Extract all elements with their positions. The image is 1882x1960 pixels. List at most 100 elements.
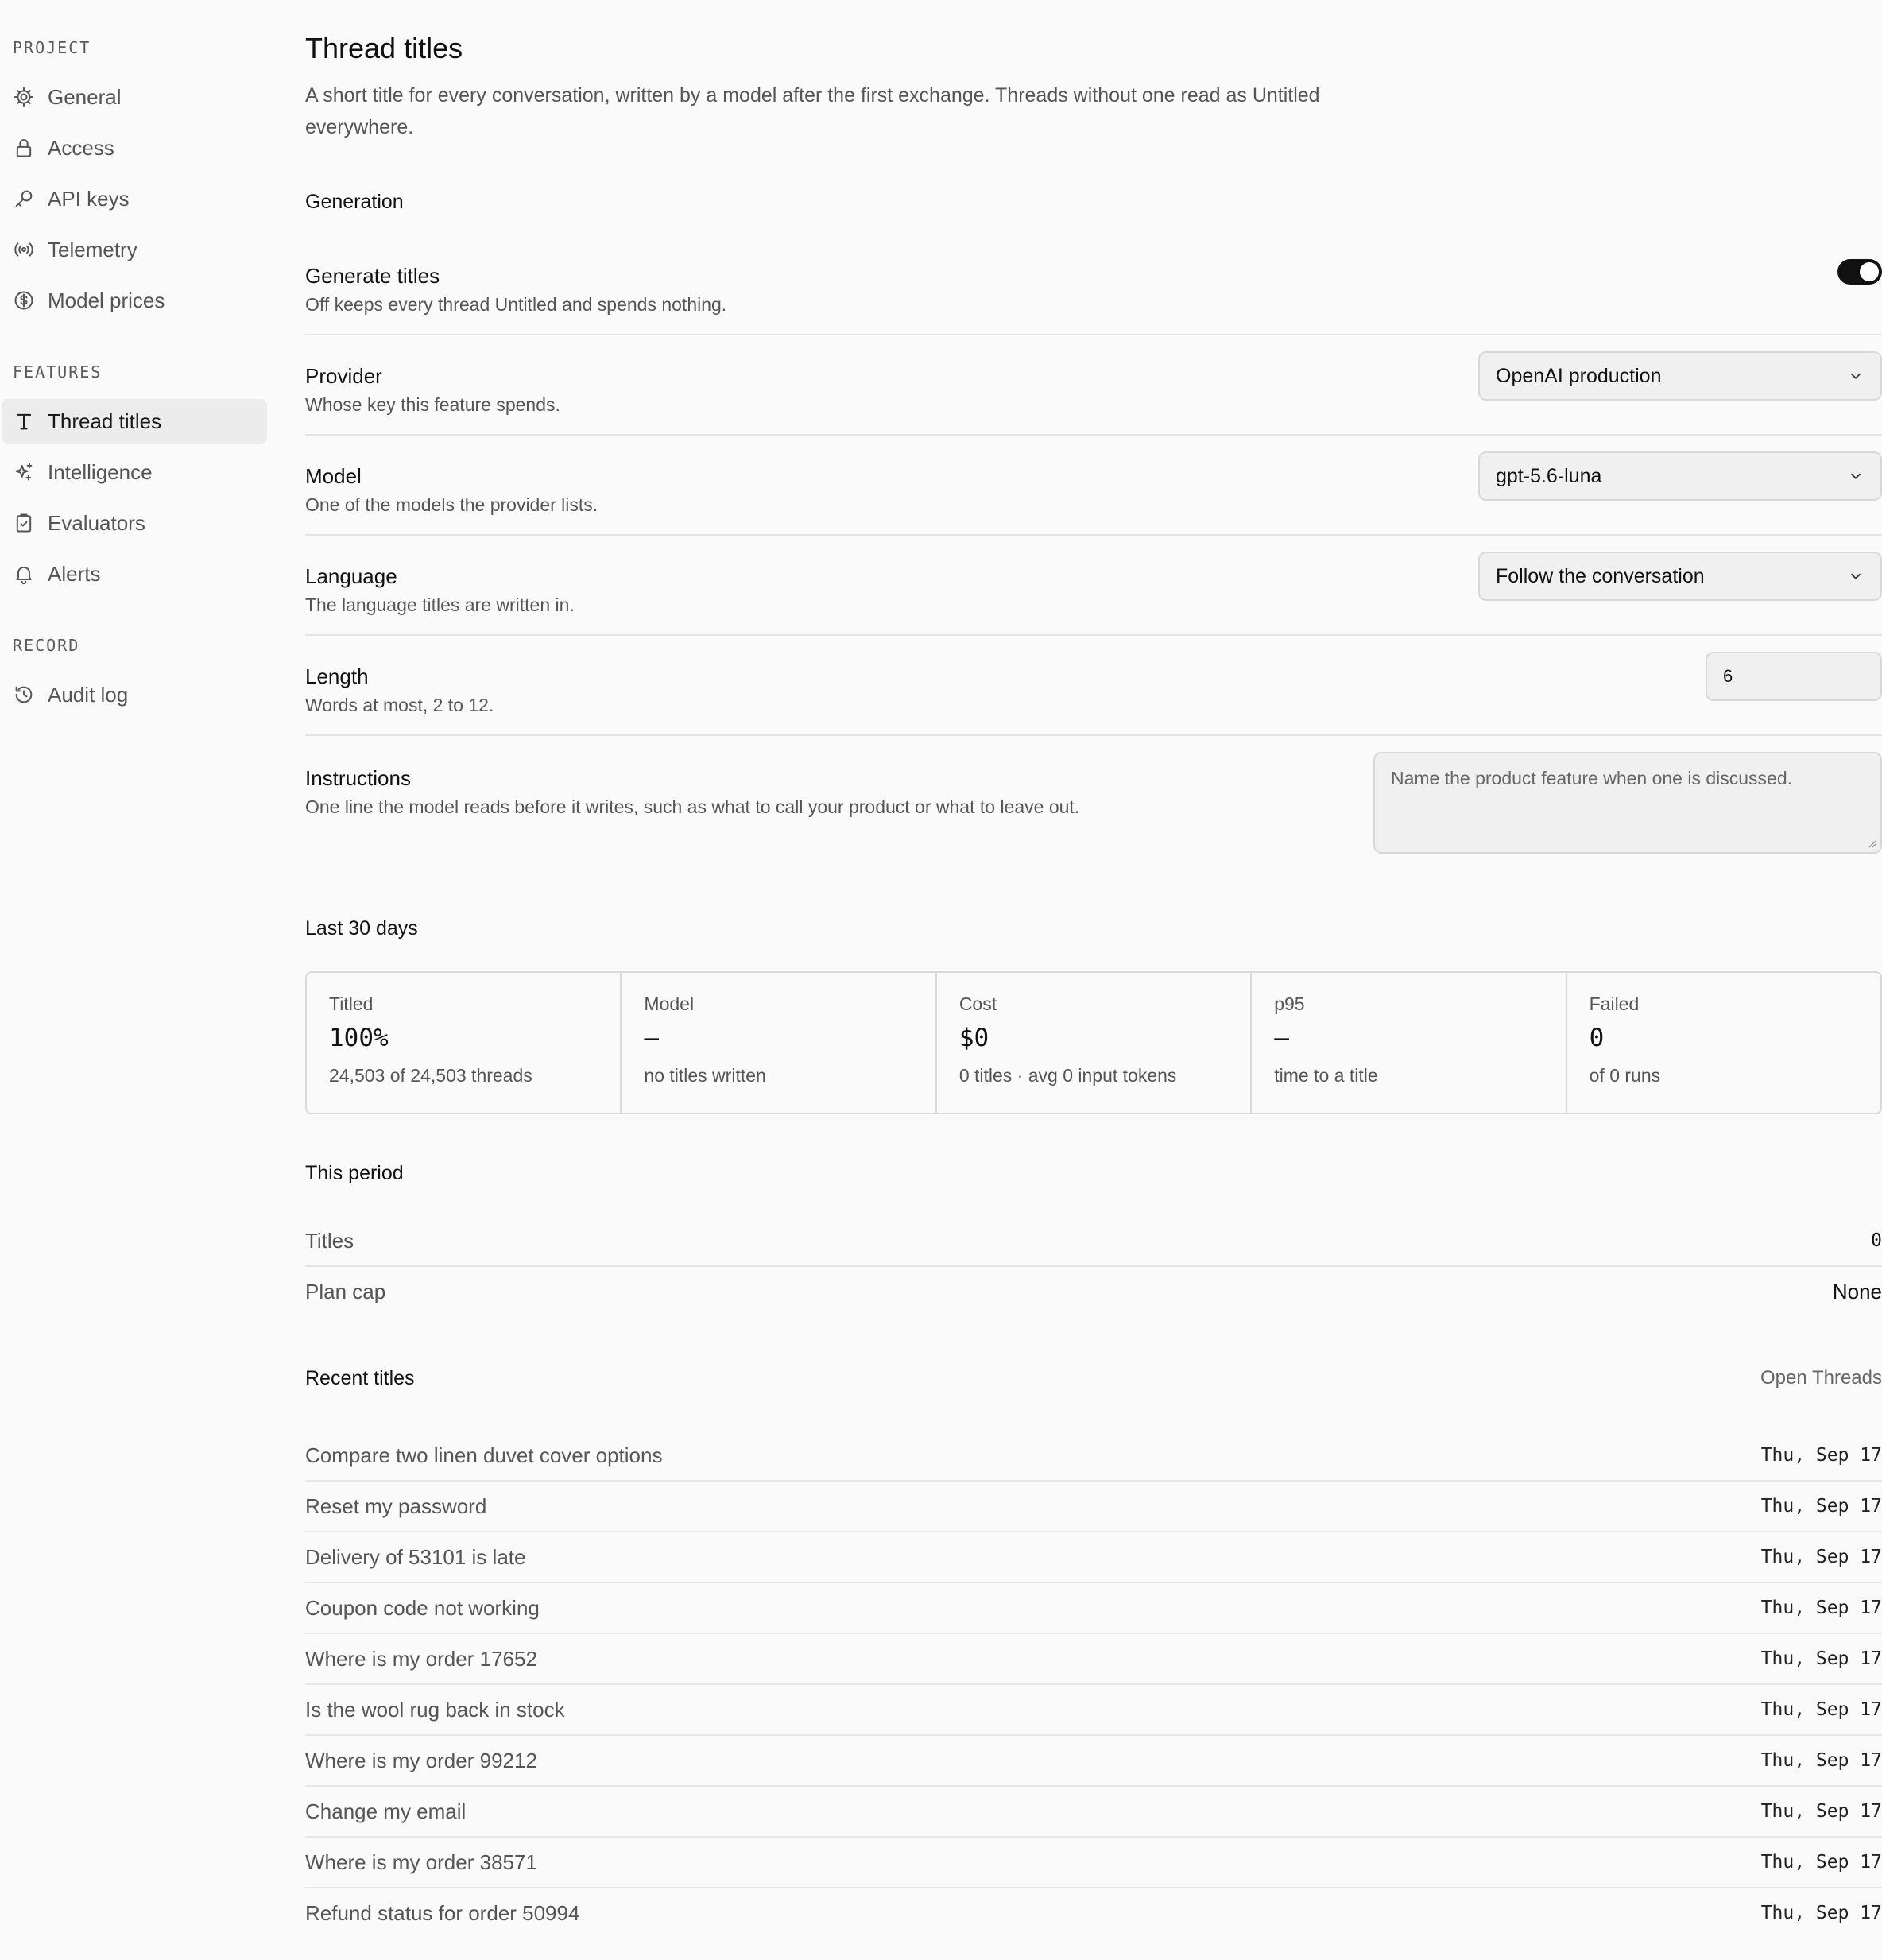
divider — [305, 534, 1882, 536]
recent-title-date: Thu, Sep 17 — [1760, 1648, 1882, 1669]
sidebar-item-thread-titles[interactable]: Thread titles — [2, 399, 267, 444]
recent-title-row[interactable]: Compare two linen duvet cover options Th… — [305, 1431, 1882, 1482]
sidebar-item-label: Model prices — [48, 288, 165, 312]
recent-title-row[interactable]: Reset my password Thu, Sep 17 — [305, 1482, 1882, 1532]
instructions-textarea[interactable]: Name the product feature when one is dis… — [1373, 752, 1882, 854]
language-label: Language — [305, 564, 397, 588]
chevron-down-icon — [1847, 467, 1865, 485]
stat-subtext: of 0 runs — [1589, 1065, 1661, 1086]
recent-title-date: Thu, Sep 17 — [1760, 1445, 1882, 1466]
generate-titles-label: Generate titles — [305, 264, 440, 288]
sidebar-item-alerts[interactable]: Alerts — [2, 552, 267, 596]
provider-description: Whose key this feature spends. — [305, 394, 560, 415]
model-description: One of the models the provider lists. — [305, 494, 598, 515]
language-select-value: Follow the conversation — [1496, 564, 1705, 587]
page-description: A short title for every conversation, wr… — [305, 84, 1320, 138]
stat-failed: Failed 0 of 0 runs — [1565, 973, 1880, 1113]
stat-value: 0 — [1589, 1024, 1605, 1052]
recent-title-date: Thu, Sep 17 — [1760, 1699, 1882, 1720]
instructions-description: One line the model reads before it write… — [305, 796, 1080, 817]
sidebar-item-intelligence[interactable]: Intelligence — [2, 450, 267, 494]
generate-titles-toggle[interactable] — [1837, 259, 1882, 285]
recent-title-row[interactable]: Where is my order 17652 Thu, Sep 17 — [305, 1634, 1882, 1685]
length-label: Length — [305, 664, 369, 688]
recent-title-row[interactable]: Refund status for order 50994 Thu, Sep 1… — [305, 1888, 1882, 1939]
recent-title-text: Refund status for order 50994 — [305, 1901, 580, 1925]
length-description: Words at most, 2 to 12. — [305, 695, 494, 715]
sidebar-item-label: Alerts — [48, 561, 101, 586]
stat-label: Model — [644, 994, 695, 1014]
recent-title-row[interactable]: Coupon code not working Thu, Sep 17 — [305, 1583, 1882, 1634]
history-icon — [13, 684, 35, 706]
section-heading-generation: Generation — [305, 191, 404, 213]
sidebar-item-evaluators[interactable]: Evaluators — [2, 501, 267, 545]
length-input[interactable]: 6 — [1706, 652, 1882, 701]
language-select[interactable]: Follow the conversation — [1478, 552, 1882, 601]
open-threads-link[interactable]: Open Threads — [1760, 1367, 1882, 1389]
sidebar-item-label: Access — [48, 135, 114, 160]
recent-title-text: Where is my order 38571 — [305, 1850, 537, 1874]
chevron-down-icon — [1847, 367, 1865, 385]
chevron-down-icon — [1847, 567, 1865, 585]
period-plan-cap-value: None — [1832, 1280, 1882, 1303]
recent-title-text: Compare two linen duvet cover options — [305, 1443, 663, 1467]
recent-title-date: Thu, Sep 17 — [1760, 1852, 1882, 1873]
sidebar-section-project: PROJECT — [13, 38, 91, 57]
model-select[interactable]: gpt-5.6-luna — [1478, 451, 1882, 501]
recent-title-date: Thu, Sep 17 — [1760, 1547, 1882, 1567]
sidebar-item-model-prices[interactable]: Model prices — [2, 278, 267, 323]
divider — [305, 1265, 1882, 1267]
sidebar-item-access[interactable]: Access — [2, 126, 267, 170]
recent-title-text: Is the wool rug back in stock — [305, 1698, 565, 1722]
resize-grip-icon[interactable] — [1866, 838, 1877, 849]
provider-label: Provider — [305, 364, 382, 388]
stat-model: Model — no titles written — [620, 973, 935, 1113]
sidebar-item-general[interactable]: General — [2, 75, 267, 119]
sidebar-section-record: RECORD — [13, 636, 80, 655]
stat-value: 100% — [329, 1024, 389, 1052]
stat-subtext: no titles written — [644, 1065, 766, 1086]
recent-title-row[interactable]: Is the wool rug back in stock Thu, Sep 1… — [305, 1685, 1882, 1736]
recent-title-date: Thu, Sep 17 — [1760, 1750, 1882, 1771]
recent-title-row[interactable]: Change my email Thu, Sep 17 — [305, 1787, 1882, 1838]
provider-select[interactable]: OpenAI production — [1478, 351, 1882, 401]
instructions-label: Instructions — [305, 766, 411, 790]
divider — [305, 734, 1882, 736]
recent-title-text: Where is my order 17652 — [305, 1647, 537, 1671]
sidebar-item-audit-log[interactable]: Audit log — [2, 672, 267, 717]
recent-title-text: Delivery of 53101 is late — [305, 1545, 526, 1569]
model-label: Model — [305, 464, 362, 488]
sidebar-item-label: Thread titles — [48, 409, 162, 433]
stat-subtext: 24,503 of 24,503 threads — [329, 1065, 532, 1086]
stat-titled: Titled 100% 24,503 of 24,503 threads — [307, 973, 620, 1113]
stat-cost: Cost $0 0 titles · avg 0 input tokens — [935, 973, 1250, 1113]
stat-label: p95 — [1274, 994, 1305, 1014]
section-heading-recent-titles: Recent titles — [305, 1367, 415, 1389]
recent-title-date: Thu, Sep 17 — [1760, 1801, 1882, 1822]
recent-title-text: Reset my password — [305, 1494, 487, 1518]
gear-icon — [13, 86, 35, 108]
sidebar-item-label: API keys — [48, 186, 130, 211]
recent-title-row[interactable]: Where is my order 38571 Thu, Sep 17 — [305, 1838, 1882, 1888]
sparkle-icon — [13, 461, 35, 483]
language-description: The language titles are written in. — [305, 595, 575, 615]
recent-title-date: Thu, Sep 17 — [1760, 1496, 1882, 1516]
model-select-value: gpt-5.6-luna — [1496, 464, 1602, 487]
sidebar-item-api-keys[interactable]: API keys — [2, 176, 267, 221]
text-t-icon — [13, 410, 35, 432]
period-titles-label: Titles — [305, 1229, 354, 1253]
period-titles-value: 0 — [1871, 1230, 1882, 1251]
sidebar-item-telemetry[interactable]: Telemetry — [2, 227, 267, 272]
recent-title-row[interactable]: Delivery of 53101 is late Thu, Sep 17 — [305, 1532, 1882, 1583]
stat-value: — — [644, 1024, 660, 1052]
divider — [305, 634, 1882, 636]
provider-select-value: OpenAI production — [1496, 364, 1662, 387]
bell-icon — [13, 563, 35, 585]
stat-subtext: time to a title — [1274, 1065, 1378, 1086]
sidebar-item-label: Audit log — [48, 682, 129, 707]
broadcast-icon — [13, 238, 35, 261]
instructions-placeholder: Name the product feature when one is dis… — [1391, 768, 1793, 788]
dollar-icon — [13, 289, 35, 312]
recent-title-row[interactable]: Where is my order 99212 Thu, Sep 17 — [305, 1736, 1882, 1787]
period-plan-cap-label: Plan cap — [305, 1280, 386, 1303]
